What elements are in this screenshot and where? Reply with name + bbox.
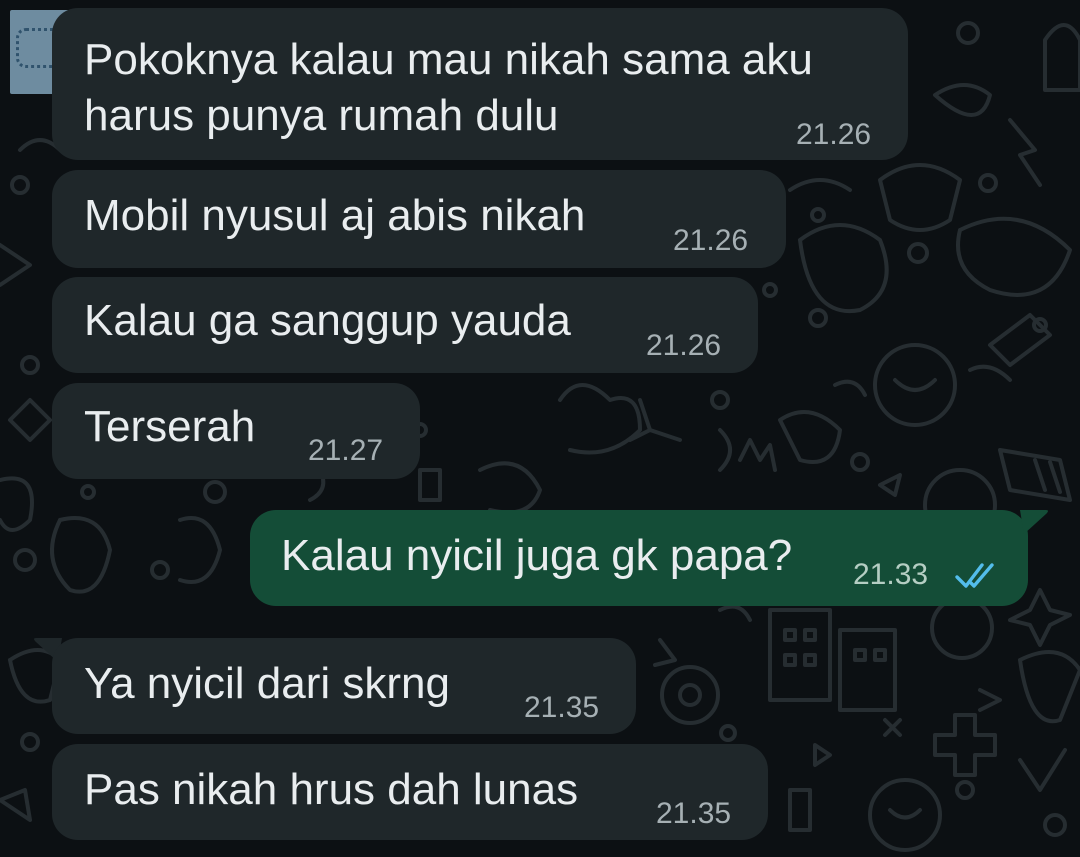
message-bubble-incoming[interactable]: Pas nikah hrus dah lunas 21.35 bbox=[52, 744, 768, 840]
message-text-line: Pokoknya kalau mau nikah sama aku bbox=[84, 35, 813, 84]
message-timestamp: 21.26 bbox=[796, 118, 872, 151]
bubble-tail bbox=[1020, 510, 1048, 534]
message-bubble-incoming[interactable]: Ya nyicil dari skrng 21.35 bbox=[52, 638, 636, 734]
message-bubble-incoming[interactable]: Pokoknya kalau mau nikah sama aku harus … bbox=[52, 8, 908, 160]
message-timestamp: 21.27 bbox=[308, 434, 384, 467]
double-check-icon bbox=[955, 563, 994, 588]
message-bubble-incoming[interactable]: Mobil nyusul aj abis nikah 21.26 bbox=[52, 170, 786, 268]
message-text-line: Terserah bbox=[84, 402, 256, 451]
message-bubble-outgoing[interactable]: Kalau nyicil juga gk papa? 21.33 bbox=[250, 510, 1028, 606]
message-text-line: harus punya rumah dulu bbox=[84, 91, 559, 140]
message-text-line: Kalau nyicil juga gk papa? bbox=[281, 531, 793, 580]
message-timestamp: 21.26 bbox=[673, 224, 749, 257]
message-text-line: Kalau ga sanggup yauda bbox=[84, 296, 571, 345]
message-bubble-incoming[interactable]: Kalau ga sanggup yauda 21.26 bbox=[52, 277, 758, 373]
message-text-line: Ya nyicil dari skrng bbox=[84, 659, 450, 708]
message-bubble-incoming[interactable]: Terserah 21.27 bbox=[52, 383, 420, 479]
message-text-line: Pas nikah hrus dah lunas bbox=[84, 765, 579, 814]
message-timestamp: 21.35 bbox=[524, 691, 600, 724]
message-timestamp: 21.26 bbox=[646, 329, 722, 362]
message-timestamp: 21.35 bbox=[656, 797, 732, 830]
message-text-line: Mobil nyusul aj abis nikah bbox=[84, 191, 586, 240]
chat-view[interactable]: Pokoknya kalau mau nikah sama aku harus … bbox=[0, 0, 1080, 857]
message-timestamp: 21.33 bbox=[853, 558, 929, 591]
